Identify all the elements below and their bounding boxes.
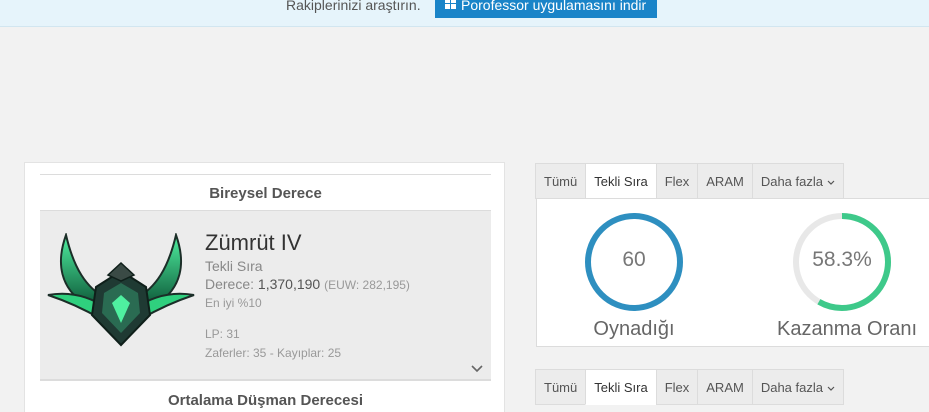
games-played-stat: 60 Oynadığı: [582, 210, 686, 341]
download-app-button-label: Porofessor uygulamasını indir: [461, 0, 647, 13]
rank-info: Zümrüt IV Tekli Sıra Derece: 1,370,190 (…: [205, 229, 410, 362]
tab-flex[interactable]: Flex: [655, 163, 698, 199]
stats-panel: 60 Oynadığı 58.3% Kazanma Oranı: [536, 198, 929, 347]
rank-card: Zümrüt IV Tekli Sıra Derece: 1,370,190 (…: [40, 211, 491, 379]
tab-all[interactable]: Tümü: [535, 163, 586, 199]
tab-more[interactable]: Daha fazla: [751, 369, 844, 405]
promo-bar: Rakiplerinizi araştırın. Porofessor uygu…: [0, 0, 929, 27]
enemy-rank-heading: Ortalama Düşman Derecesi: [40, 379, 491, 412]
tab-solo-queue[interactable]: Tekli Sıra: [585, 369, 656, 405]
download-app-button[interactable]: Porofessor uygulamasını indir: [435, 0, 658, 18]
chevron-down-icon[interactable]: [470, 364, 484, 374]
rank-lp: LP: 31: [205, 327, 240, 341]
queue-tabs: Tümü Tekli Sıra Flex ARAM Daha fazla: [535, 163, 844, 199]
rank-wins-losses: Zaferler: 35 - Kayıplar: 25: [205, 346, 342, 360]
tab-flex[interactable]: Flex: [655, 369, 698, 405]
games-played-label: Oynadığı: [593, 318, 675, 340]
tab-more-label: Daha fazla: [760, 174, 823, 189]
win-rate-label: Kazanma Oranı: [777, 318, 918, 340]
rank-panel: Bireysel Derece Zümrüt IV Tekli Sıra Der…: [24, 162, 505, 412]
individual-rank-heading: Bireysel Derece: [40, 174, 491, 211]
rank-position: Derece: 1,370,190 (EUW: 282,195): [205, 275, 410, 295]
win-rate-value: 58.3%: [812, 248, 872, 271]
queue-tabs-secondary: Tümü Tekli Sıra Flex ARAM Daha fazla: [535, 369, 844, 405]
emerald-rank-emblem-icon: [47, 233, 195, 347]
chevron-down-icon: [827, 386, 835, 391]
tab-more[interactable]: Daha fazla: [751, 163, 844, 199]
rank-tier: Zümrüt IV: [205, 230, 302, 255]
games-played-value: 60: [622, 248, 646, 271]
rank-queue: Tekli Sıra: [205, 258, 263, 274]
tab-more-label: Daha fazla: [760, 380, 823, 395]
rank-position-value: 1,370,190: [257, 276, 321, 292]
tab-all[interactable]: Tümü: [535, 369, 586, 405]
tab-aram[interactable]: ARAM: [697, 369, 752, 405]
tab-solo-queue[interactable]: Tekli Sıra: [585, 163, 656, 199]
chevron-down-icon: [827, 180, 835, 185]
tab-aram[interactable]: ARAM: [697, 163, 752, 199]
rank-top-percent: En iyi %10: [205, 296, 262, 310]
windows-icon: [445, 0, 456, 9]
win-rate-stat: 58.3% Kazanma Oranı: [777, 210, 918, 341]
rank-region-position: (EUW: 282,195): [324, 278, 410, 292]
promo-text: Rakiplerinizi araştırın.: [286, 0, 421, 13]
rank-position-label: Derece:: [205, 276, 255, 292]
